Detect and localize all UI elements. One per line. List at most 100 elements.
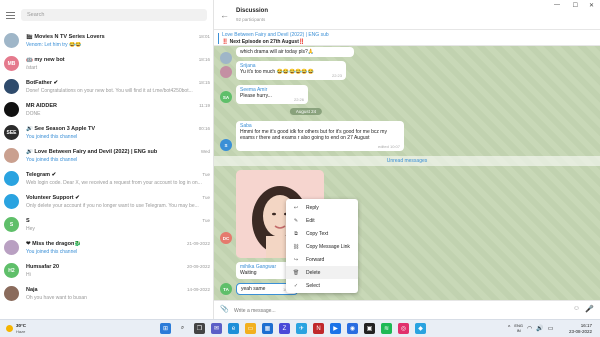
menu-item-reply[interactable]: ↩ Reply [286,201,358,214]
language-indicator[interactable]: ENG IN [514,323,523,333]
chat-list-item[interactable]: H2 Humsafar 20 Hi 20-09-2022 [0,260,213,281]
clock[interactable]: 16:17 23-08-2022 [569,323,592,335]
message-bubble[interactable]: Seema Amir Please hurry... 22:26 [236,85,308,104]
menu-item-select[interactable]: ✓ Select [286,279,358,292]
message-bubble[interactable]: Saba Hmmi for me it's good idk for other… [236,121,404,151]
start-icon[interactable]: ⊞ [160,323,171,334]
emoji-icon[interactable]: ☺ [573,305,580,312]
message-bubble[interactable]: Srijana Yu it's too much 😂😂😂😂😂😂 22:23 [236,61,346,80]
telegram-icon[interactable]: ✈ [296,323,307,334]
avatar [4,171,19,186]
chat-time: 14-09-2022 [186,287,210,292]
avatar[interactable]: TA [220,283,232,295]
battery-icon[interactable]: ▭ [548,325,554,332]
conversation-title[interactable]: Discussion [236,8,268,14]
sidebar-header: Search [0,0,213,30]
message-text: which drama will air today pls?🙏 [240,49,315,55]
chat-name: S [26,218,30,224]
chat-list-item[interactable]: S S Hey Tue [0,214,213,235]
chat-preview: You joined this channel [26,134,78,140]
avatar[interactable]: SA [220,91,232,103]
store-icon[interactable]: ▦ [262,323,273,334]
weather-desc: Haze [16,329,26,334]
menu-item-forward[interactable]: ↪ Forward [286,253,358,266]
pinned-text: ‼️ Next Episode on 27th August‼️ [222,39,306,45]
chat-list-item[interactable]: Telegram ✔ Web login code. Dear X, we rec… [0,168,213,189]
delete-icon: 🗑 [292,269,300,276]
sun-icon [6,325,13,332]
chat-list-item[interactable]: MR AIDDER DONE 11:19 [0,99,213,120]
app-icon[interactable]: ◎ [398,323,409,334]
app-icon[interactable]: ◆ [415,323,426,334]
search-input[interactable]: Search [21,9,207,21]
chat-icon[interactable]: ✉ [211,323,222,334]
chat-time: 11:19 [199,103,210,108]
weather-temp: 30°C [16,323,27,328]
hamburger-menu-icon[interactable] [6,11,15,19]
message-input[interactable] [234,306,534,315]
wifi-icon[interactable]: ◠ [527,325,532,332]
spotify-icon[interactable]: ≋ [381,323,392,334]
chevron-up-icon[interactable]: ^ [508,325,510,331]
chat-list-item[interactable]: MB 🤖 my new bot/start 18:16 [0,53,213,74]
avatar[interactable] [220,52,232,64]
chat-name: Telegram ✔ [26,172,57,178]
message-time: 22:26 [293,97,304,102]
avatar[interactable]: S [220,139,232,151]
avatar: MB [4,56,19,71]
chat-preview: Oh you have want to busan [26,295,87,301]
back-arrow-icon[interactable]: ← [220,10,229,20]
menu-item-label: Select [306,282,320,289]
windows-taskbar: 30°C Haze ⊞ ⌕ ❐ ✉ e ▭ ▦ Z ✈ N ▶ ◉ ▣ ≋ ◎ … [0,319,600,337]
chat-time: 18:01 [198,34,210,39]
menu-item-delete[interactable]: 🗑 Delete [286,266,358,279]
chat-preview: /start [26,65,38,71]
file-explorer-icon[interactable]: ▭ [245,323,256,334]
chat-list-item[interactable]: 🔊 Love Between Fairy and Devil (2022) | … [0,145,213,166]
search-icon[interactable]: ⌕ [177,323,188,334]
maximize-icon[interactable]: ☐ [573,2,578,9]
avatar [4,286,19,301]
menu-item-copy-message-link[interactable]: ⛓ Copy Message Link [286,240,358,253]
menu-item-edit[interactable]: ✎ Edit [286,214,358,227]
volume-icon[interactable]: 🔊 [536,325,543,332]
reply-icon: ↩ [293,204,299,211]
menu-item-label: Edit [306,217,315,224]
microphone-icon[interactable]: 🎤 [585,305,594,313]
message-text: Yu it's too much 😂😂😂😂😂😂 [240,69,314,75]
edge-icon[interactable]: e [228,323,239,334]
chat-list-item[interactable]: SEE 🔊 See Season 3 Apple TV You joined thi… [0,122,213,143]
netflix-icon[interactable]: N [313,323,324,334]
minimize-icon[interactable]: — [554,2,560,8]
participants-count: 92 participants [236,17,266,22]
message-bubble[interactable]: which drama will air today pls?🙏 [236,47,354,57]
chat-list-item[interactable]: Volunteer Support ✔ Only delete your acco… [0,191,213,212]
chat-list-item[interactable]: BotFather ✔ Done! Congratulations on your… [0,76,213,97]
chat-list-item[interactable]: 🎬 Movies N TV Series Lovers Venom: Let hi… [0,30,213,51]
chat-list-item[interactable]: Naja Oh you have want to busan 14-09-2022 [0,283,213,304]
chat-list-item[interactable]: ❤ Miss the dragon🐉 You joined this channe… [0,237,213,258]
chat-name: Humsafar 20 [26,264,60,270]
menu-item-copy-text[interactable]: ⧉ Copy Text [286,227,358,240]
avatar[interactable]: DC [220,232,232,244]
copy-message-link-icon: ⛓ [292,243,300,250]
app-icon[interactable]: ▣ [364,323,375,334]
chat-time: 00:16 [198,126,210,131]
chat-time: 18:16 [198,57,210,62]
zoom-icon[interactable]: ▶ [330,323,341,334]
attach-icon[interactable]: 📎 [220,305,229,313]
telegram-window: Search 🎬 Movies N TV Series Lovers Venom:… [0,0,600,319]
close-icon[interactable]: ✕ [589,2,594,9]
app-icon[interactable]: Z [279,323,290,334]
chat-preview: Only delete your account if you no longe… [26,203,199,209]
menu-item-label: Copy Message Link [306,243,350,250]
weather-widget[interactable]: 30°C Haze [6,322,36,336]
avatar [4,194,19,209]
pinned-message-bar[interactable]: Love Between Fairy and Devil (2022) | EN… [214,30,600,46]
avatar [4,240,19,255]
task-view-icon[interactable]: ❐ [194,323,205,334]
taskbar-apps: ⊞ ⌕ ❐ ✉ e ▭ ▦ Z ✈ N ▶ ◉ ▣ ≋ ◎ ◆ [160,323,426,334]
app-icon[interactable]: ◉ [347,323,358,334]
avatar[interactable] [220,66,232,78]
chat-preview: You joined this channel [26,249,78,255]
